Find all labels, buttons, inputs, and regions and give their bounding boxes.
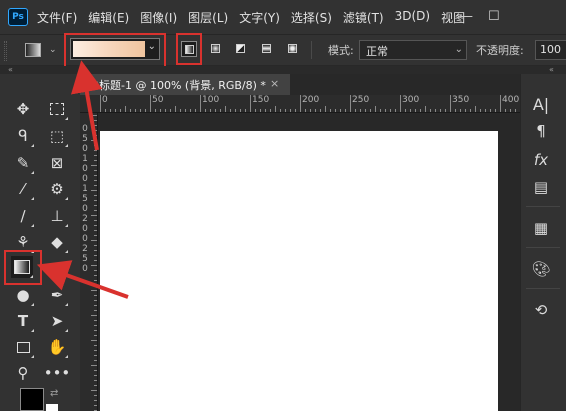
annotation-arrows bbox=[36, 60, 129, 299]
arrow-to-gradient-tool bbox=[36, 260, 129, 299]
arrow-to-gradient-picker bbox=[71, 60, 103, 151]
